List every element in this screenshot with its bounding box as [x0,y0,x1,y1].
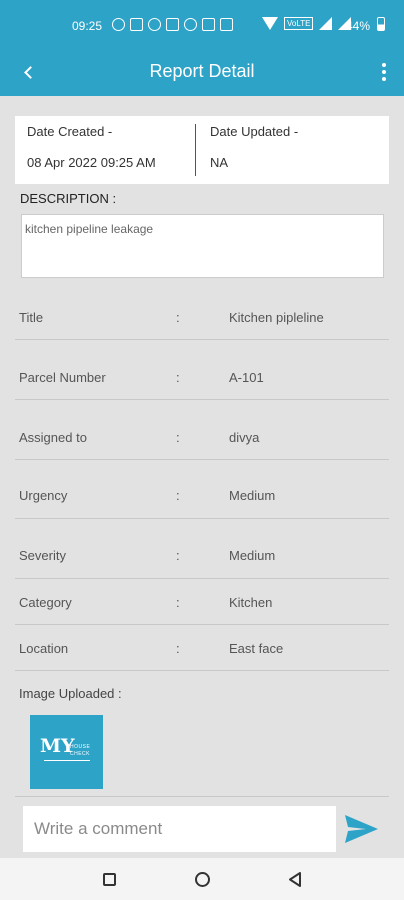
detail-value: Medium [229,548,276,563]
date-created-label: Date Created - [27,124,113,139]
logo-underline [44,760,90,761]
date-updated-label: Date Updated - [210,124,299,139]
skype-icon [148,18,161,31]
date-updated-value: NA [210,155,229,170]
battery-icon [377,17,385,31]
status-time: 09:25 [72,19,103,33]
nav-back-icon[interactable] [287,871,304,888]
menu-dot [382,70,386,74]
description-label: DESCRIPTION : [20,191,117,206]
page-title: Report Detail [149,61,255,81]
detail-separator: : [176,595,180,610]
detail-separator: : [176,370,180,385]
detail-separator: : [176,548,180,563]
gmail-icon [220,18,233,31]
uploaded-image-thumbnail[interactable]: MY HOUSE CHECK [30,715,103,789]
status-bar: 09:25 VoLTE 44% [0,0,404,48]
detail-label: Category [19,595,72,610]
system-navigation-bar [0,858,404,900]
instagram-icon [166,18,179,31]
detail-value: Kitchen [229,595,273,610]
logo-text-line1: HOUSE [70,744,91,750]
dates-card: Date Created - 08 Apr 2022 09:25 AM Date… [15,116,389,184]
send-button[interactable] [340,812,382,846]
logo-text-line2: CHECK [70,751,91,757]
description-box: kitchen pipeline leakage [21,214,384,278]
detail-separator: : [176,310,180,325]
recent-apps-icon[interactable] [103,873,116,886]
signal-icon [319,17,333,30]
volte-badge: VoLTE [284,17,314,30]
comment-input[interactable] [23,806,336,852]
date-created-value: 08 Apr 2022 09:25 AM [27,155,156,170]
detail-separator: : [176,488,180,503]
system-icons: VoLTE [262,17,352,30]
detail-row-parcel-number: Parcel Number : A-101 [15,340,389,400]
linkedin-icon [202,18,215,31]
date-divider [195,124,196,176]
notification-icons [112,18,233,31]
image-uploaded-label: Image Uploaded : [19,686,122,701]
detail-row-location: Location : East face [15,625,389,671]
whatsapp-icon [112,18,125,31]
detail-label: Title [19,310,44,325]
detail-separator: : [176,641,180,656]
detail-row-severity: Severity : Medium [15,519,389,579]
app-bar: Report Detail [0,48,404,96]
detail-label: Location [19,641,69,656]
detail-label: Parcel Number [19,370,106,385]
menu-dot [382,77,386,81]
detail-value: Kitchen pipleline [229,310,324,325]
message-icon [130,18,143,31]
send-icon [345,815,378,843]
wifi-icon [262,17,278,30]
detail-separator: : [176,430,180,445]
notification-dot-icon [184,18,197,31]
detail-value: Medium [229,488,276,503]
divider [15,796,389,797]
detail-row-assigned-to: Assigned to : divya [15,400,389,460]
detail-label: Urgency [19,488,68,503]
menu-dot [382,63,386,67]
detail-row-title: Title : Kitchen pipleline [15,297,389,340]
detail-value: divya [229,430,260,445]
detail-row-category: Category : Kitchen [15,579,389,625]
detail-label: Assigned to [19,430,87,445]
detail-label: Severity [19,548,66,563]
home-icon[interactable] [195,872,210,887]
logo-text: HOUSE CHECK [70,744,90,758]
detail-row-urgency: Urgency : Medium [15,460,389,519]
battery-percent: 44% [346,19,371,33]
overflow-menu-button[interactable] [374,60,394,84]
detail-value: East face [229,641,284,656]
detail-value: A-101 [229,370,264,385]
